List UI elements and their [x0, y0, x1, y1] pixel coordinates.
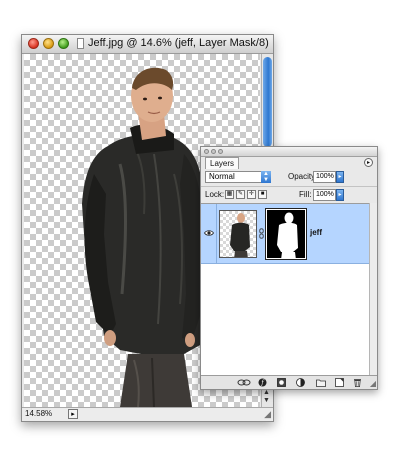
- document-status-bar: 14.58% ▸ ◢: [22, 407, 273, 421]
- add-layer-mask-icon[interactable]: [277, 378, 286, 387]
- palette-close-icon[interactable]: [204, 149, 209, 154]
- close-window-button[interactable]: [28, 38, 39, 49]
- fill-input[interactable]: 100%: [313, 189, 336, 201]
- palette-titlebar[interactable]: [201, 147, 377, 157]
- link-icon[interactable]: [259, 228, 264, 239]
- lock-all-icon[interactable]: ■: [258, 190, 267, 199]
- layer-mask-thumbnail[interactable]: [265, 208, 307, 260]
- new-adjustment-layer-icon[interactable]: [296, 378, 305, 387]
- palette-minimize-icon[interactable]: [211, 149, 216, 154]
- layer-thumbnail[interactable]: [219, 210, 257, 258]
- delete-layer-icon[interactable]: [353, 378, 362, 387]
- opacity-slider-arrow-icon[interactable]: ▸: [336, 171, 344, 183]
- visibility-column-divider: [216, 204, 217, 264]
- lock-image-pixels-icon[interactable]: ✎: [236, 190, 245, 199]
- layer-name[interactable]: jeff: [310, 228, 322, 237]
- document-title: Jeff.jpg @ 14.6% (jeff, Layer Mask/8): [88, 37, 269, 49]
- eye-icon[interactable]: [204, 229, 214, 237]
- opacity-input[interactable]: 100%: [313, 171, 336, 183]
- palette-menu-icon[interactable]: ▸: [364, 158, 373, 167]
- layers-palette: Layers ▸ Normal ▲ ▼ Opacity: 100% ▸ Lock:…: [200, 146, 378, 390]
- blend-mode-select[interactable]: Normal ▲ ▼: [205, 171, 271, 183]
- lock-transparency-icon[interactable]: ▦: [225, 190, 234, 199]
- scroll-arrows-icon[interactable]: ▲ ▼: [263, 389, 270, 405]
- scroll-thumb[interactable]: [263, 57, 272, 147]
- palette-resize-grip-icon[interactable]: ◢: [370, 380, 376, 388]
- lock-fill-row: Lock: ▦ ✎ ✛ ■ Fill: 100% ▸: [201, 186, 377, 203]
- layer-row-jeff[interactable]: jeff: [201, 204, 369, 264]
- lock-label: Lock:: [205, 190, 225, 199]
- palette-zoom-icon[interactable]: [218, 149, 223, 154]
- blend-mode-value: Normal: [209, 172, 235, 181]
- new-layer-icon[interactable]: [335, 378, 344, 387]
- zoom-level[interactable]: 14.58%: [25, 409, 52, 418]
- select-arrows-icon: ▲ ▼: [261, 171, 271, 183]
- fill-label: Fill:: [299, 190, 312, 199]
- palette-bottom-toolbar: f ◢: [201, 375, 377, 389]
- link-layers-icon[interactable]: [237, 378, 251, 387]
- zoom-window-button[interactable]: [58, 38, 69, 49]
- tab-layers[interactable]: Layers: [205, 157, 240, 169]
- document-proxy-icon[interactable]: [77, 38, 84, 49]
- layer-list-scrollbar[interactable]: [369, 203, 377, 377]
- blend-opacity-row: Normal ▲ ▼ Opacity: 100% ▸: [201, 169, 377, 185]
- status-menu-icon[interactable]: ▸: [68, 409, 78, 419]
- layer-style-icon[interactable]: f: [258, 378, 267, 387]
- resize-grip-icon[interactable]: ◢: [264, 410, 271, 419]
- lock-position-icon[interactable]: ✛: [247, 190, 256, 199]
- fill-slider-arrow-icon[interactable]: ▸: [336, 189, 344, 201]
- layer-list: jeff: [201, 203, 369, 378]
- minimize-window-button[interactable]: [43, 38, 54, 49]
- document-titlebar[interactable]: Jeff.jpg @ 14.6% (jeff, Layer Mask/8): [22, 35, 273, 54]
- new-group-icon[interactable]: [316, 378, 326, 387]
